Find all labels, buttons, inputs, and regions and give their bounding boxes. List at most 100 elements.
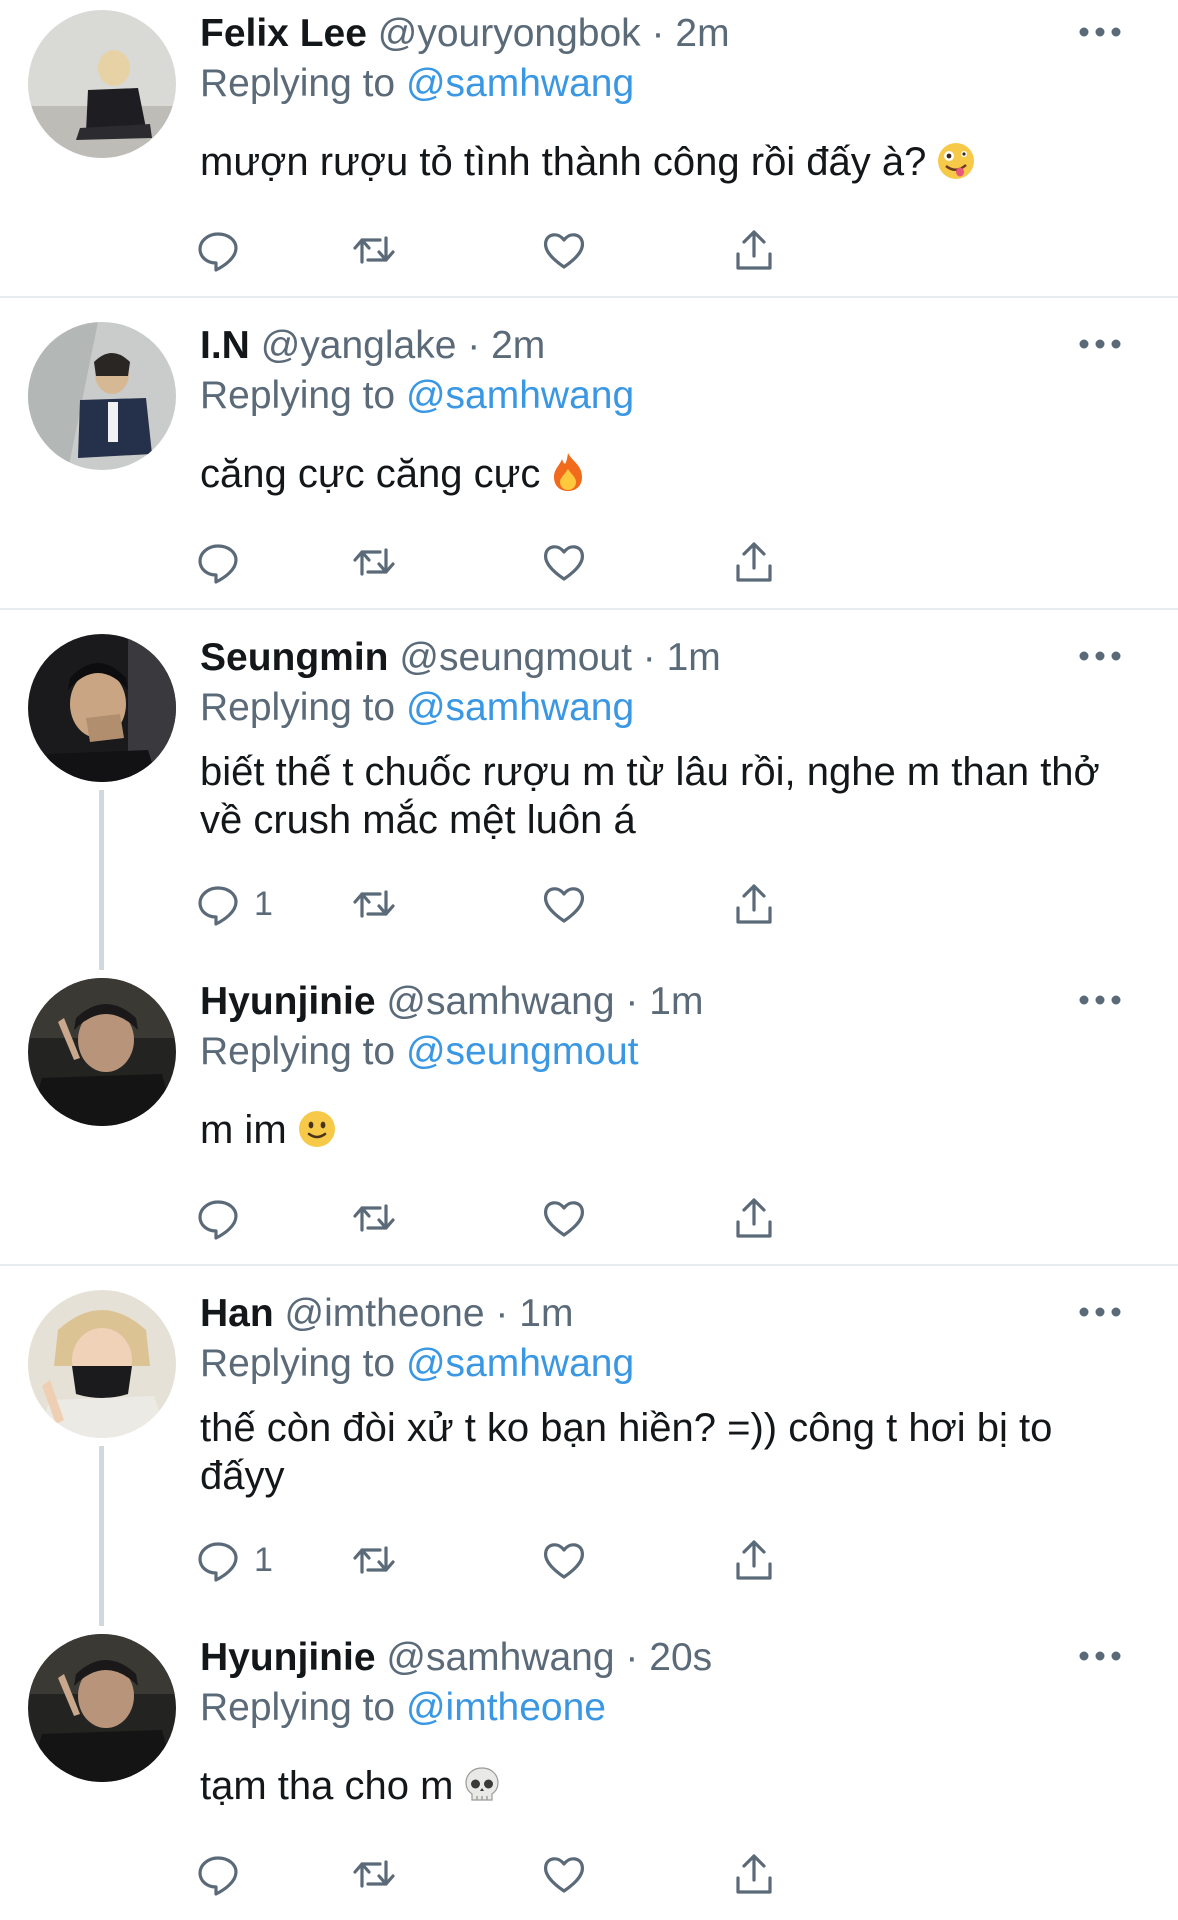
mention-link[interactable]: @seungmout	[406, 1030, 639, 1073]
display-name[interactable]: Hyunjinie	[200, 1636, 376, 1679]
tweet-text-content: thế còn đòi xử t ko bạn hiền? =)) công t…	[200, 1406, 1053, 1498]
share-button[interactable]	[730, 534, 778, 590]
display-name[interactable]: Hyunjinie	[200, 980, 376, 1023]
retweet-button[interactable]	[350, 222, 398, 278]
avatar[interactable]	[28, 978, 176, 1126]
tweet-header: Hyunjinie @samhwang · 1m	[200, 978, 703, 1026]
mention-link[interactable]: @samhwang	[406, 62, 634, 105]
retweet-icon	[353, 236, 395, 264]
timestamp[interactable]: 1m	[667, 636, 721, 679]
tweet[interactable]: Hyunjinie @samhwang · 1m Replying to @se…	[0, 968, 1178, 1264]
separator-dot: ·	[625, 980, 639, 1023]
mention-link[interactable]: @samhwang	[406, 686, 634, 729]
user-handle[interactable]: @seungmout	[399, 636, 632, 679]
slightly-smiling-face-icon	[298, 1111, 335, 1147]
tweet-text: tạm tha cho m	[200, 1762, 1120, 1810]
share-icon	[736, 1540, 772, 1580]
mention-link[interactable]: @samhwang	[406, 1342, 634, 1385]
replying-to-label: Replying to	[200, 1030, 396, 1073]
user-handle[interactable]: @youryongbok	[378, 12, 641, 55]
more-horizontal-icon[interactable]	[1078, 22, 1122, 42]
replying-to-line: Replying to @imtheone	[200, 1684, 606, 1732]
tweet-text: thế còn đòi xử t ko bạn hiền? =)) công t…	[200, 1404, 1120, 1500]
tweet[interactable]: Felix Lee @youryongbok · 2m Replying to …	[0, 0, 1178, 296]
replying-to-label: Replying to	[200, 62, 396, 105]
tweet[interactable]: Han @imtheone · 1m Replying to @samhwang…	[0, 1280, 1178, 1610]
divider	[0, 1264, 1178, 1266]
reply-button[interactable]: 1	[194, 876, 273, 932]
share-icon	[736, 1854, 772, 1894]
reply-icon	[198, 544, 238, 584]
reply-icon	[198, 886, 238, 926]
avatar[interactable]	[28, 10, 176, 158]
separator-dot: ·	[467, 324, 481, 367]
tweet-actions	[198, 1190, 980, 1246]
share-button[interactable]	[730, 1846, 778, 1902]
display-name[interactable]: I.N	[200, 324, 250, 367]
tweet-text-content: biết thế t chuốc rượu m từ lâu rồi, nghe…	[200, 750, 1100, 842]
tweet[interactable]: Hyunjinie @samhwang · 20s Replying to @i…	[0, 1624, 1178, 1920]
replying-to-label: Replying to	[200, 374, 396, 417]
more-horizontal-icon[interactable]	[1078, 334, 1122, 354]
avatar[interactable]	[28, 634, 176, 782]
avatar[interactable]	[28, 322, 176, 470]
reply-button[interactable]	[194, 1190, 254, 1246]
reply-button[interactable]	[194, 222, 254, 278]
replying-to-label: Replying to	[200, 1686, 396, 1729]
display-name[interactable]: Felix Lee	[200, 12, 367, 55]
reply-icon	[198, 1542, 238, 1582]
like-button[interactable]	[540, 1846, 588, 1902]
retweet-icon	[353, 1860, 395, 1888]
more-horizontal-icon[interactable]	[1078, 646, 1122, 666]
reply-icon	[198, 1200, 238, 1240]
timestamp[interactable]: 2m	[491, 324, 545, 367]
like-button[interactable]	[540, 222, 588, 278]
retweet-icon	[353, 1204, 395, 1232]
tweet[interactable]: Seungmin @seungmout · 1m Replying to @sa…	[0, 624, 1178, 954]
like-button[interactable]	[540, 534, 588, 590]
retweet-button[interactable]	[350, 876, 398, 932]
more-horizontal-icon[interactable]	[1078, 990, 1122, 1010]
timestamp[interactable]: 2m	[675, 12, 729, 55]
user-handle[interactable]: @yanglake	[261, 324, 457, 367]
user-handle[interactable]: @samhwang	[386, 980, 614, 1023]
display-name[interactable]: Seungmin	[200, 636, 389, 679]
timestamp[interactable]: 20s	[649, 1636, 712, 1679]
more-horizontal-icon[interactable]	[1078, 1646, 1122, 1666]
reply-button[interactable]	[194, 534, 254, 590]
share-button[interactable]	[730, 1190, 778, 1246]
timestamp[interactable]: 1m	[519, 1292, 573, 1335]
reply-button[interactable]: 1	[194, 1532, 273, 1588]
user-handle[interactable]: @samhwang	[386, 1636, 614, 1679]
tweet-actions	[198, 534, 980, 590]
display-name[interactable]: Han	[200, 1292, 274, 1335]
avatar[interactable]	[28, 1290, 176, 1438]
skull-icon	[465, 1767, 500, 1801]
reply-button[interactable]	[194, 1846, 254, 1902]
tweet-actions	[198, 222, 980, 278]
share-button[interactable]	[730, 1532, 778, 1588]
more-horizontal-icon[interactable]	[1078, 1302, 1122, 1322]
tweet-actions: 1	[198, 1532, 980, 1588]
replying-to-line: Replying to @samhwang	[200, 1340, 634, 1388]
retweet-button[interactable]	[350, 1846, 398, 1902]
reply-count: 1	[254, 1540, 273, 1579]
retweet-button[interactable]	[350, 1532, 398, 1588]
like-button[interactable]	[540, 876, 588, 932]
tweet[interactable]: I.N @yanglake · 2m Replying to @samhwang…	[0, 312, 1178, 608]
zany-face-icon	[938, 143, 975, 179]
share-icon	[736, 230, 772, 270]
mention-link[interactable]: @samhwang	[406, 374, 634, 417]
share-button[interactable]	[730, 876, 778, 932]
share-button[interactable]	[730, 222, 778, 278]
retweet-button[interactable]	[350, 534, 398, 590]
like-button[interactable]	[540, 1190, 588, 1246]
mention-link[interactable]: @imtheone	[406, 1686, 606, 1729]
retweet-icon	[353, 1546, 395, 1574]
divider	[0, 608, 1178, 610]
timestamp[interactable]: 1m	[649, 980, 703, 1023]
avatar[interactable]	[28, 1634, 176, 1782]
retweet-button[interactable]	[350, 1190, 398, 1246]
user-handle[interactable]: @imtheone	[285, 1292, 485, 1335]
like-button[interactable]	[540, 1532, 588, 1588]
